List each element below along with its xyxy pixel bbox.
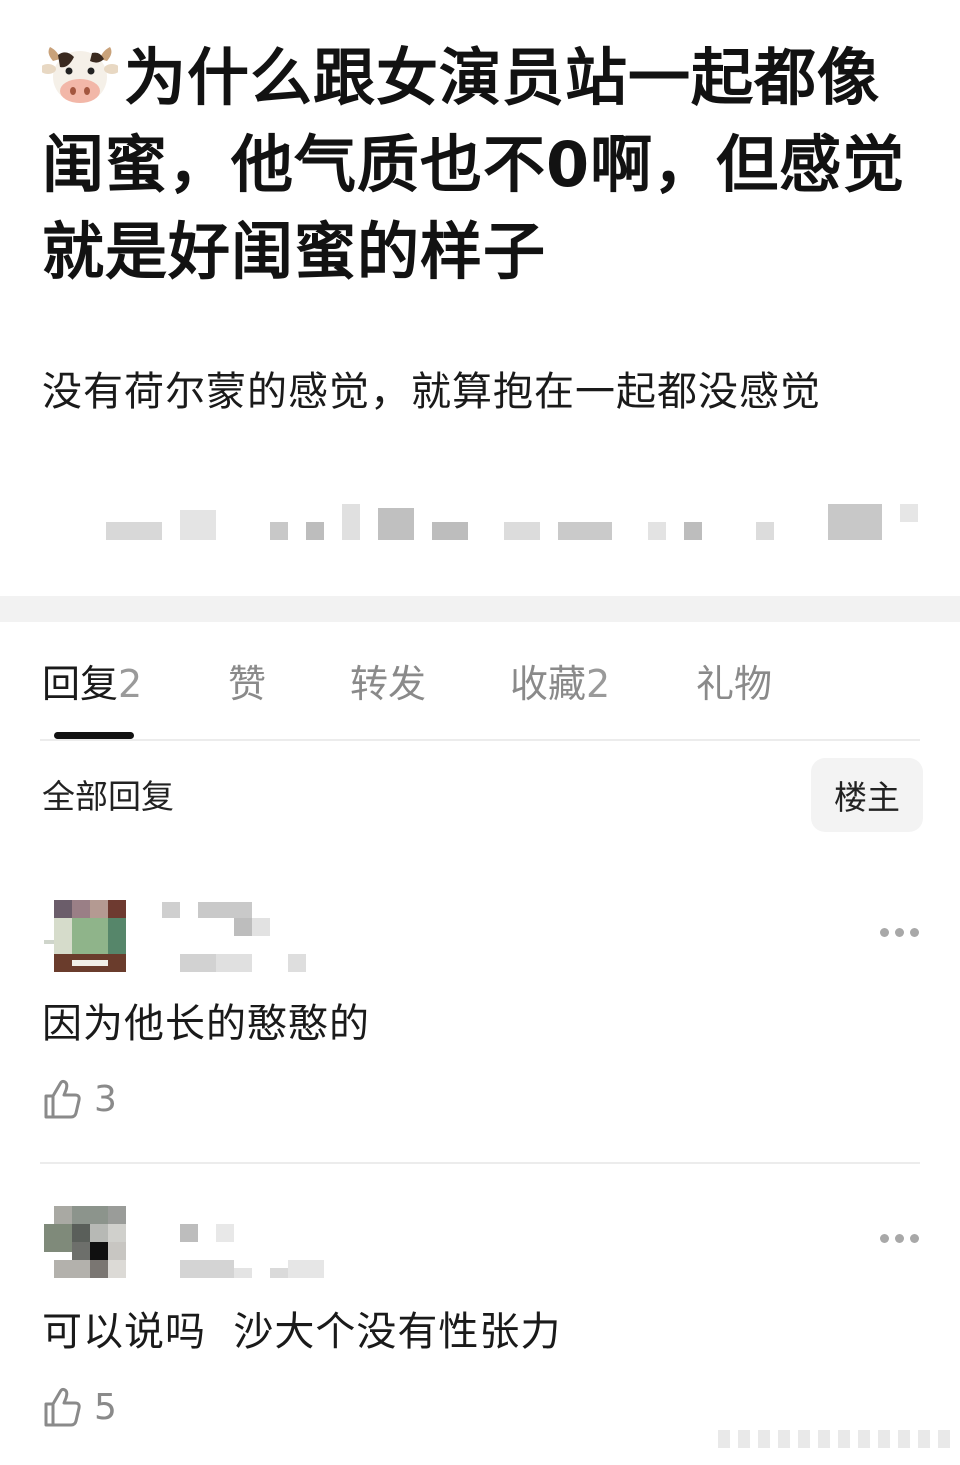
comment-text: 可以说吗 沙大个没有性张力 bbox=[42, 1309, 562, 1355]
post-meta-blurred bbox=[40, 502, 920, 542]
comment-divider bbox=[40, 1162, 920, 1164]
tabs-divider bbox=[40, 739, 920, 741]
thumbs-up-icon bbox=[44, 1079, 81, 1119]
cow-face-icon bbox=[40, 41, 120, 107]
thumbs-up-icon bbox=[44, 1387, 81, 1427]
tab-gifts[interactable]: 礼物 bbox=[696, 660, 772, 708]
op-only-button[interactable]: 楼主 bbox=[811, 758, 923, 832]
post-title-text: 为什么跟女演员站一起都像闺蜜，他气质也不0啊，但感觉就是好闺蜜的样子 bbox=[42, 41, 906, 288]
section-divider bbox=[0, 596, 960, 622]
more-options-button[interactable] bbox=[878, 922, 922, 942]
tab-replies-count: 2 bbox=[118, 662, 143, 706]
tab-favorites[interactable]: 收藏2 bbox=[510, 660, 610, 708]
tab-reposts[interactable]: 转发 bbox=[350, 660, 426, 708]
post-tabs: 回复2 赞 转发 收藏2 礼物 bbox=[0, 622, 960, 740]
avatar[interactable] bbox=[44, 1206, 126, 1278]
more-options-button[interactable] bbox=[878, 1228, 922, 1248]
tab-likes[interactable]: 赞 bbox=[228, 660, 266, 708]
like-count: 3 bbox=[94, 1079, 117, 1120]
all-replies-label: 全部回复 bbox=[42, 777, 174, 816]
post-card: 为什么跟女演员站一起都像闺蜜，他气质也不0啊，但感觉就是好闺蜜的样子 没有荷尔蒙… bbox=[0, 0, 960, 596]
comment-text: 因为他长的憨憨的 bbox=[42, 1001, 370, 1047]
post-title: 为什么跟女演员站一起都像闺蜜，他气质也不0啊，但感觉就是好闺蜜的样子 bbox=[40, 34, 922, 295]
avatar[interactable] bbox=[44, 900, 126, 972]
like-count: 5 bbox=[94, 1387, 117, 1428]
active-tab-indicator bbox=[54, 732, 134, 739]
post-body: 没有荷尔蒙的感觉，就算抱在一起都没感觉 bbox=[42, 369, 821, 415]
tab-replies[interactable]: 回复2 bbox=[42, 660, 142, 708]
watermark-blurred bbox=[718, 1426, 954, 1450]
tab-favorites-count: 2 bbox=[586, 662, 611, 706]
